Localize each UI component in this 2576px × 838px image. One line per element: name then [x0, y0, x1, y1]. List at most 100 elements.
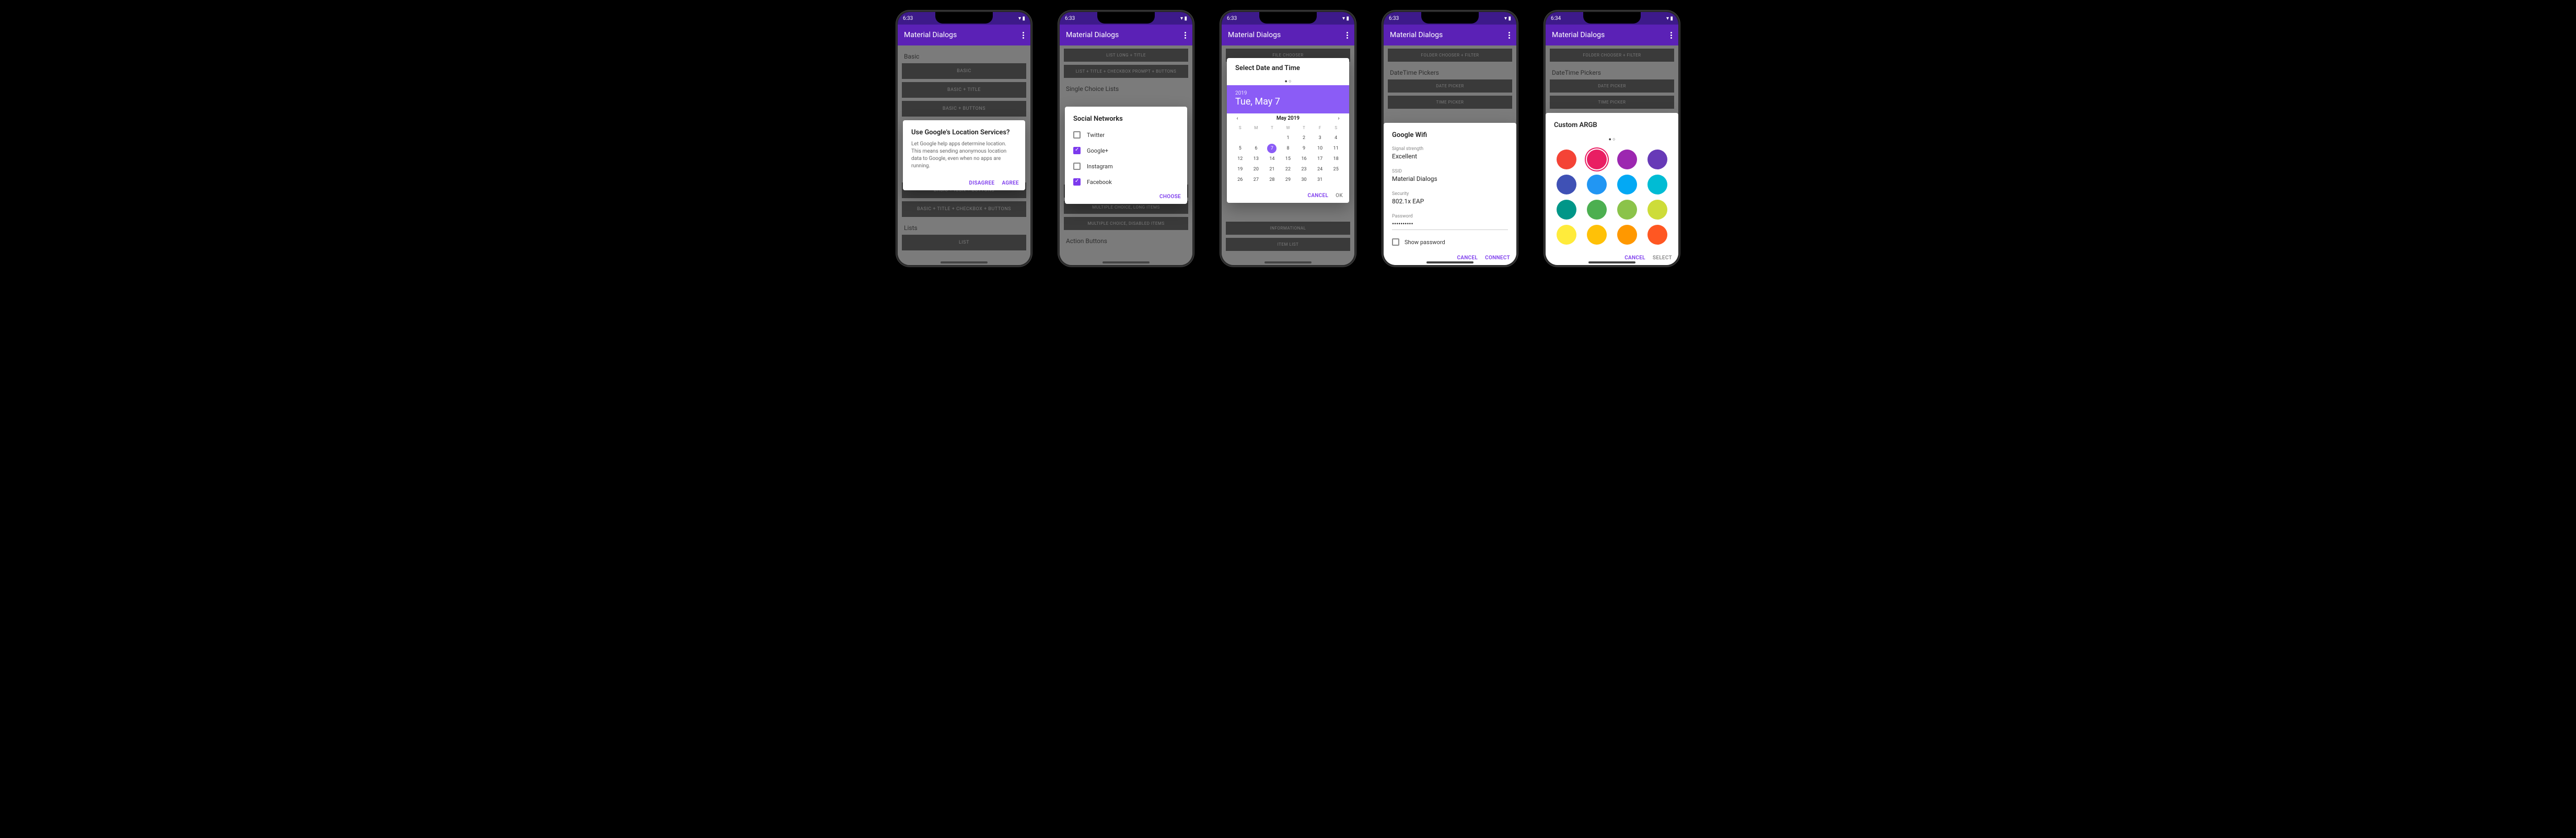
overflow-menu-icon[interactable]: [1347, 32, 1348, 39]
date-label[interactable]: Tue, May 7: [1235, 96, 1341, 107]
list-item[interactable]: Google+: [1065, 143, 1187, 158]
color-swatch[interactable]: [1557, 175, 1576, 194]
overflow-menu-icon[interactable]: [1185, 32, 1186, 39]
dialog-scrim[interactable]: Select Date and Time ● ○ 2019 Tue, May 7…: [1222, 45, 1354, 265]
checkbox-icon[interactable]: [1073, 163, 1081, 170]
disagree-button[interactable]: DISAGREE: [969, 180, 995, 186]
select-button[interactable]: SELECT: [1653, 255, 1672, 261]
day-cell[interactable]: 11: [1328, 144, 1344, 153]
dialog-scrim[interactable]: Social Networks TwitterGoogle+InstagramF…: [1060, 45, 1192, 265]
chevron-left-icon[interactable]: ‹: [1233, 116, 1241, 121]
day-cell[interactable]: 16: [1296, 154, 1312, 164]
day-cell[interactable]: 9: [1296, 144, 1312, 153]
cancel-button[interactable]: CANCEL: [1307, 193, 1328, 199]
day-cell[interactable]: 26: [1232, 175, 1248, 185]
password-field[interactable]: ••••••••••: [1392, 219, 1508, 230]
phone-basic-dialog: 6:33 ▾ ▮ Material Dialogs Basic BASIC BA…: [896, 10, 1032, 267]
day-cell[interactable]: 14: [1264, 154, 1280, 164]
day-cell[interactable]: 13: [1248, 154, 1264, 164]
color-swatch[interactable]: [1587, 150, 1607, 169]
day-cell[interactable]: 27: [1248, 175, 1264, 185]
notch: [1259, 12, 1317, 24]
day-cell[interactable]: 19: [1232, 165, 1248, 174]
day-cell[interactable]: 31: [1312, 175, 1328, 185]
day-cell[interactable]: 7: [1267, 144, 1277, 153]
nav-bar: [1588, 261, 1635, 263]
color-swatch[interactable]: [1617, 200, 1637, 220]
show-password-checkbox[interactable]: [1392, 238, 1399, 246]
day-cell[interactable]: 24: [1312, 165, 1328, 174]
day-cell[interactable]: 20: [1248, 165, 1264, 174]
day-cell[interactable]: 15: [1280, 154, 1296, 164]
dialog-scrim[interactable]: Google Wifi Signal strengthExcellentSSID…: [1384, 45, 1516, 265]
color-swatch[interactable]: [1557, 225, 1576, 245]
connect-button[interactable]: CONNECT: [1485, 255, 1510, 261]
day-cell[interactable]: 17: [1312, 154, 1328, 164]
day-cell[interactable]: 1: [1280, 133, 1296, 143]
day-cell[interactable]: 8: [1280, 144, 1296, 153]
color-swatch[interactable]: [1557, 200, 1576, 220]
status-icons: ▾ ▮: [1018, 16, 1025, 21]
day-cell[interactable]: 21: [1264, 165, 1280, 174]
checkbox-icon[interactable]: [1073, 131, 1081, 139]
choose-button[interactable]: CHOOSE: [1159, 194, 1181, 200]
day-cell-empty: [1328, 175, 1344, 185]
status-icons: ▾ ▮: [1342, 16, 1349, 21]
chevron-right-icon[interactable]: ›: [1335, 116, 1343, 121]
field-value: 802.1x EAP: [1392, 197, 1508, 208]
dow-label: T: [1296, 123, 1312, 132]
overflow-menu-icon[interactable]: [1023, 32, 1024, 39]
color-swatch[interactable]: [1617, 225, 1637, 245]
list-item[interactable]: Instagram: [1065, 158, 1187, 174]
dialog-scrim[interactable]: Use Google's Location Services? Let Goog…: [898, 45, 1030, 265]
day-cell[interactable]: 4: [1328, 133, 1344, 143]
wifi-dialog: Google Wifi Signal strengthExcellentSSID…: [1384, 123, 1516, 265]
color-swatch[interactable]: [1647, 175, 1667, 194]
day-cell[interactable]: 30: [1296, 175, 1312, 185]
day-cell[interactable]: 10: [1312, 144, 1328, 153]
app-title: Material Dialogs: [904, 31, 957, 39]
ok-button[interactable]: OK: [1336, 193, 1343, 199]
alert-dialog: Use Google's Location Services? Let Goog…: [903, 120, 1025, 190]
list-item[interactable]: Twitter: [1065, 127, 1187, 143]
phone-wifi-dialog: 6:33 ▾ ▮ Material Dialogs FOLDER CHOOSER…: [1382, 10, 1518, 267]
day-cell[interactable]: 12: [1232, 154, 1248, 164]
day-cell[interactable]: 2: [1296, 133, 1312, 143]
year-label[interactable]: 2019: [1235, 90, 1341, 96]
color-swatch[interactable]: [1587, 225, 1607, 245]
day-cell[interactable]: 25: [1328, 165, 1344, 174]
dow-label: S: [1328, 123, 1344, 132]
list-item[interactable]: Facebook: [1065, 174, 1187, 190]
agree-button[interactable]: AGREE: [1002, 180, 1019, 186]
day-cell[interactable]: 5: [1232, 144, 1248, 153]
day-cell[interactable]: 18: [1328, 154, 1344, 164]
dialog-scrim[interactable]: Custom ARGB ● ○ CANCEL SELECT: [1546, 45, 1678, 265]
color-swatch[interactable]: [1647, 200, 1667, 220]
field-label: Signal strength: [1392, 146, 1508, 152]
overflow-menu-icon[interactable]: [1670, 32, 1672, 39]
overflow-menu-icon[interactable]: [1509, 32, 1510, 39]
nav-bar: [1426, 261, 1473, 263]
color-swatch[interactable]: [1647, 225, 1667, 245]
dow-label: W: [1280, 123, 1296, 132]
color-swatch[interactable]: [1617, 175, 1637, 194]
checkbox-icon[interactable]: [1073, 178, 1081, 186]
show-password-row[interactable]: Show password: [1384, 233, 1516, 251]
day-cell[interactable]: 28: [1264, 175, 1280, 185]
field-value: Excellent: [1392, 152, 1508, 163]
cancel-button[interactable]: CANCEL: [1624, 255, 1645, 261]
show-password-label: Show password: [1405, 239, 1445, 246]
color-swatch[interactable]: [1617, 150, 1637, 169]
cancel-button[interactable]: CANCEL: [1457, 255, 1478, 261]
color-swatch[interactable]: [1587, 175, 1607, 194]
day-cell[interactable]: 6: [1248, 144, 1264, 153]
day-cell[interactable]: 29: [1280, 175, 1296, 185]
color-swatch[interactable]: [1647, 150, 1667, 169]
checkbox-icon[interactable]: [1073, 147, 1081, 154]
day-cell[interactable]: 3: [1312, 133, 1328, 143]
day-cell[interactable]: 22: [1280, 165, 1296, 174]
color-swatch[interactable]: [1557, 150, 1576, 169]
status-time: 6:33: [903, 16, 913, 21]
color-swatch[interactable]: [1587, 200, 1607, 220]
day-cell[interactable]: 23: [1296, 165, 1312, 174]
